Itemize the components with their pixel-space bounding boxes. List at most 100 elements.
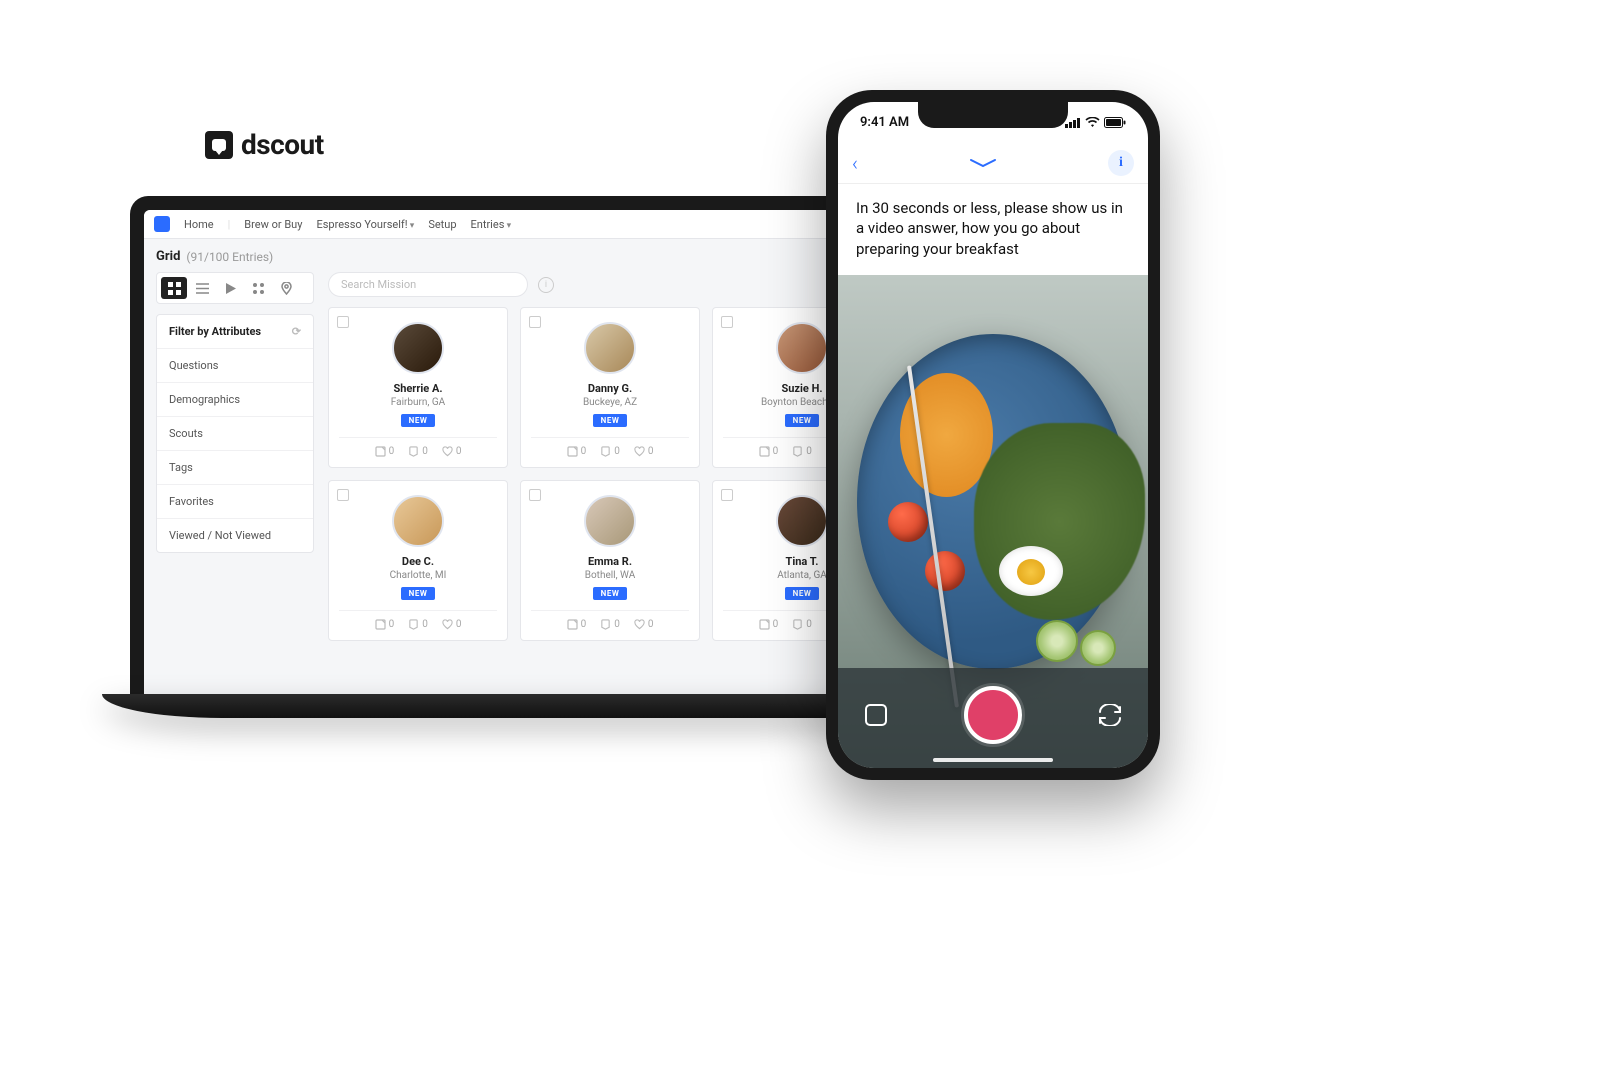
avatar <box>584 495 636 547</box>
avatar <box>584 322 636 374</box>
stat-notes[interactable]: 0 <box>567 446 587 457</box>
filter-header[interactable]: Filter by Attributes ⟳ <box>157 315 313 349</box>
new-badge: NEW <box>593 414 628 427</box>
scout-name: Suzie H. <box>781 382 822 395</box>
avatar <box>392 495 444 547</box>
stat-notes[interactable]: 0 <box>567 619 587 630</box>
stat-notes[interactable]: 0 <box>759 446 779 457</box>
app-logo-icon[interactable] <box>154 216 170 232</box>
card-footer: 0 0 0 <box>339 437 497 457</box>
stat-favorites[interactable]: 0 <box>442 619 462 630</box>
scout-name: Danny G. <box>588 382 632 395</box>
signal-icon <box>1065 117 1081 128</box>
stat-tags[interactable]: 0 <box>600 619 620 630</box>
scout-card[interactable]: Danny G. Buckeye, AZ NEW 0 0 0 <box>520 307 700 468</box>
card-footer: 0 0 0 <box>531 610 689 630</box>
nav-setup[interactable]: Setup <box>428 218 456 231</box>
info-button[interactable]: i <box>1108 150 1134 176</box>
filter-label: Viewed / Not Viewed <box>169 529 271 542</box>
view-quote-icon[interactable] <box>245 277 271 299</box>
new-badge: NEW <box>401 587 436 600</box>
search-input[interactable]: Search Mission <box>328 272 528 297</box>
filter-header-label: Filter by Attributes <box>169 325 261 338</box>
nav-espresso-yourself[interactable]: Espresso Yourself! <box>316 218 414 231</box>
scout-location: Bothell, WA <box>585 570 636 581</box>
view-tabs <box>156 272 314 304</box>
chevron-down-icon[interactable] <box>969 158 997 168</box>
scout-location: Charlotte, MI <box>390 570 447 581</box>
wifi-icon <box>1085 117 1100 128</box>
flip-camera-button[interactable] <box>1094 699 1126 731</box>
refresh-icon: ⟳ <box>292 325 301 338</box>
stat-tags[interactable]: 0 <box>600 446 620 457</box>
home-indicator <box>933 758 1053 762</box>
scout-card[interactable]: Sherrie A. Fairburn, GA NEW 0 0 0 <box>328 307 508 468</box>
scout-name: Tina T. <box>786 555 819 568</box>
back-button[interactable]: ‹ <box>852 151 858 175</box>
food-greens <box>974 423 1145 620</box>
view-list-icon[interactable] <box>189 277 215 299</box>
food-egg <box>999 546 1063 596</box>
nav-entries[interactable]: Entries <box>471 218 512 231</box>
card-checkbox[interactable] <box>337 489 349 501</box>
nav-home[interactable]: Home <box>184 218 214 231</box>
phone-notch <box>918 102 1068 128</box>
scout-name: Sherrie A. <box>393 382 442 395</box>
stat-favorites[interactable]: 0 <box>634 619 654 630</box>
scout-card[interactable]: Emma R. Bothell, WA NEW 0 0 0 <box>520 480 700 641</box>
record-button[interactable] <box>964 686 1022 744</box>
new-badge: NEW <box>785 414 820 427</box>
new-badge: NEW <box>593 587 628 600</box>
grid-count: (91/100 Entries) <box>186 250 273 264</box>
scout-location: Fairburn, GA <box>391 397 445 408</box>
avatar <box>392 322 444 374</box>
scout-card[interactable]: Dee C. Charlotte, MI NEW 0 0 0 <box>328 480 508 641</box>
stat-notes[interactable]: 0 <box>759 619 779 630</box>
card-checkbox[interactable] <box>721 489 733 501</box>
food-cucumber <box>1036 620 1078 662</box>
stat-notes[interactable]: 0 <box>375 619 395 630</box>
status-time: 9:41 AM <box>860 115 909 130</box>
filter-scouts[interactable]: Scouts <box>157 417 313 451</box>
card-checkbox[interactable] <box>529 489 541 501</box>
stat-favorites[interactable]: 0 <box>634 446 654 457</box>
nav-brew-or-buy[interactable]: Brew or Buy <box>244 218 302 231</box>
prompt-text: In 30 seconds or less, please show us in… <box>838 184 1148 275</box>
filter-favorites[interactable]: Favorites <box>157 485 313 519</box>
food-tomato <box>925 551 965 591</box>
scout-location: Atlanta, GA <box>777 570 827 581</box>
view-grid-icon[interactable] <box>161 277 187 299</box>
phone-app-bar: ‹ i <box>838 142 1148 184</box>
brand-logo: dscout <box>205 128 324 161</box>
scout-name: Dee C. <box>402 555 434 568</box>
brand-icon <box>205 131 233 159</box>
stat-notes[interactable]: 0 <box>375 446 395 457</box>
filter-label: Scouts <box>169 427 203 440</box>
view-map-icon[interactable] <box>273 277 299 299</box>
filter-questions[interactable]: Questions <box>157 349 313 383</box>
new-badge: NEW <box>785 587 820 600</box>
gallery-button[interactable] <box>860 699 892 731</box>
filter-demographics[interactable]: Demographics <box>157 383 313 417</box>
stat-tags[interactable]: 0 <box>408 446 428 457</box>
stat-favorites[interactable]: 0 <box>442 446 462 457</box>
card-checkbox[interactable] <box>337 316 349 328</box>
stat-tags[interactable]: 0 <box>792 446 812 457</box>
filter-viewed[interactable]: Viewed / Not Viewed <box>157 519 313 552</box>
grid-title: Grid <box>156 249 180 264</box>
card-footer: 0 0 0 <box>531 437 689 457</box>
stat-tags[interactable]: 0 <box>792 619 812 630</box>
phone-device: 9:41 AM ‹ i In 30 seconds or less, pleas… <box>826 90 1160 780</box>
sidebar: Filter by Attributes ⟳ Questions Demogra… <box>156 272 314 641</box>
filter-tags[interactable]: Tags <box>157 451 313 485</box>
view-play-icon[interactable] <box>217 277 243 299</box>
filter-panel: Filter by Attributes ⟳ Questions Demogra… <box>156 314 314 553</box>
card-checkbox[interactable] <box>529 316 541 328</box>
new-badge: NEW <box>401 414 436 427</box>
camera-controls <box>838 668 1148 768</box>
card-checkbox[interactable] <box>721 316 733 328</box>
scout-location: Buckeye, AZ <box>583 397 637 408</box>
info-icon[interactable]: i <box>538 277 554 293</box>
filter-label: Demographics <box>169 393 240 406</box>
stat-tags[interactable]: 0 <box>408 619 428 630</box>
